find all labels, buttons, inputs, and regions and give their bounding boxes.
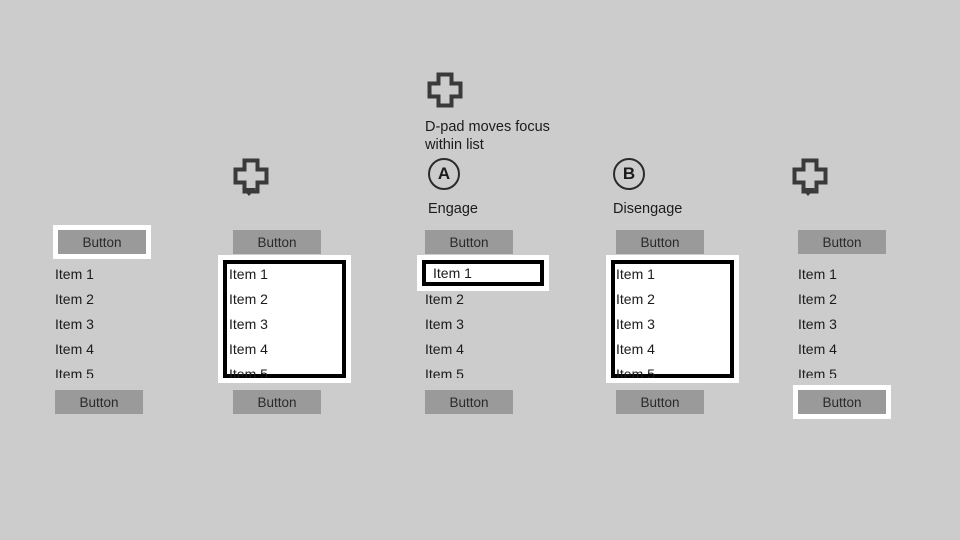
list-item[interactable]: Item 3 (798, 312, 938, 337)
list-item[interactable]: Item 5 (798, 362, 938, 378)
column-5: Button Item 1 Item 2 Item 3 Item 4 Item … (793, 0, 960, 540)
bottom-button-label: Button (79, 394, 119, 410)
top-button-label: Button (449, 234, 489, 250)
list[interactable]: Item 1 Item 2 Item 3 Item 4 Item 5 (229, 262, 369, 378)
column-2: Button Item 1 Item 2 Item 3 Item 4 Item … (218, 0, 413, 540)
bottom-button[interactable]: Button (616, 390, 704, 414)
list-item[interactable]: Item 4 (229, 337, 369, 362)
list[interactable]: Item 1 Item 2 Item 3 Item 4 Item 5 (798, 262, 938, 378)
bottom-button[interactable]: Button (233, 390, 321, 414)
list-item[interactable]: Item 4 (798, 337, 938, 362)
focus-flow-diagram: D-pad moves focus within list A Engage B… (0, 0, 960, 540)
column-1: Button Item 1 Item 2 Item 3 Item 4 Item … (53, 0, 235, 540)
list[interactable]: Item 1 Item 2 Item 3 Item 4 Item 5 (616, 262, 756, 378)
list-item[interactable]: Item 2 (55, 287, 195, 312)
list-item[interactable]: Item 1 (798, 262, 938, 287)
list-item[interactable]: Item 3 (55, 312, 195, 337)
list-item[interactable]: Item 4 (55, 337, 195, 362)
bottom-button-label: Button (822, 394, 862, 410)
top-button[interactable]: Button (233, 230, 321, 254)
column-4: Button Item 1 Item 2 Item 3 Item 4 Item … (606, 0, 796, 540)
bottom-button-label: Button (257, 394, 297, 410)
column-3: Button Item 1 Item 2 Item 3 Item 4 Item … (417, 0, 605, 540)
list[interactable]: Item 1 Item 2 Item 3 Item 4 Item 5 (55, 262, 195, 378)
list-item[interactable]: Item 3 (425, 312, 565, 337)
focused-list-item[interactable]: Item 1 (422, 260, 544, 286)
top-button-label: Button (822, 234, 862, 250)
list-item[interactable]: Item 4 (425, 337, 565, 362)
list-item[interactable]: Item 1 (616, 262, 756, 287)
list-item[interactable]: Item 5 (229, 362, 369, 378)
list-item[interactable]: Item 2 (798, 287, 938, 312)
list-item[interactable]: Item 5 (616, 362, 756, 378)
list-item[interactable]: Item 4 (616, 337, 756, 362)
top-button[interactable]: Button (616, 230, 704, 254)
top-button[interactable]: Button (425, 230, 513, 254)
bottom-button[interactable]: Button (798, 390, 886, 414)
list-item[interactable]: Item 2 (616, 287, 756, 312)
bottom-button-label: Button (449, 394, 489, 410)
list-item[interactable]: Item 5 (55, 362, 195, 378)
list-item[interactable]: Item 2 (229, 287, 369, 312)
bottom-button[interactable]: Button (425, 390, 513, 414)
top-button[interactable]: Button (798, 230, 886, 254)
list-item[interactable]: Item 5 (425, 362, 565, 378)
top-button-label: Button (640, 234, 680, 250)
top-button[interactable]: Button (58, 230, 146, 254)
list-item[interactable]: Item 3 (229, 312, 369, 337)
list-item[interactable]: Item 1 (55, 262, 195, 287)
bottom-button-label: Button (640, 394, 680, 410)
list-item[interactable]: Item 1 (229, 262, 369, 287)
top-button-label: Button (82, 234, 122, 250)
focus-ring-list-item[interactable]: Item 1 (417, 255, 549, 291)
list-item[interactable]: Item 3 (616, 312, 756, 337)
bottom-button[interactable]: Button (55, 390, 143, 414)
top-button-label: Button (257, 234, 297, 250)
